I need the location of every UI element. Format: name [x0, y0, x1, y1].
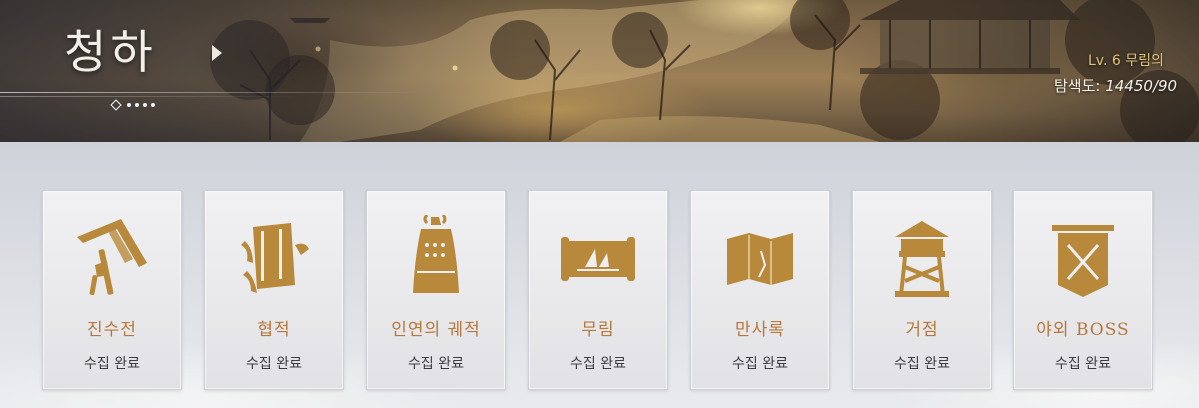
page-dot: [135, 103, 139, 107]
bell-icon: [413, 215, 459, 293]
title-divider: [0, 92, 420, 93]
collection-card-mansarok[interactable]: 만사록 수집 완료: [690, 190, 830, 390]
map-icon: [727, 233, 793, 285]
card-title: 협적: [257, 320, 291, 340]
collection-card-hyeopjeok[interactable]: 협적 수집 완료: [204, 190, 344, 390]
card-status: 수집 완료: [408, 356, 464, 372]
page-dot: [143, 103, 147, 107]
collection-card-jinsujeon[interactable]: 진수전 수집 완료: [42, 190, 182, 390]
card-title: 야외 BOSS: [1036, 320, 1130, 340]
card-title: 진수전: [87, 320, 137, 340]
watchtower-icon: [895, 221, 949, 297]
card-title: 무림: [581, 320, 615, 340]
card-title: 거점: [905, 320, 939, 340]
region-next-arrow-icon[interactable]: [212, 45, 222, 61]
book-icon: [241, 223, 309, 293]
page-dot: [127, 103, 131, 107]
card-title: 만사록: [735, 320, 785, 340]
exploration-label: 탐색도:: [1054, 77, 1106, 95]
card-status: 수집 완료: [570, 356, 626, 372]
card-status: 수집 완료: [246, 356, 302, 372]
card-status: 수집 완료: [1055, 356, 1111, 372]
page-indicator-active-icon: [110, 99, 122, 111]
collection-card-geojeom[interactable]: 거점 수집 완료: [852, 190, 992, 390]
region-level-text: Lv. 6 무림의: [1088, 53, 1164, 69]
crossed-swords-banner-icon: [1052, 225, 1114, 297]
hat-icon: [77, 219, 147, 296]
card-status: 수집 완료: [894, 356, 950, 372]
card-title: 인연의 궤적: [391, 320, 481, 340]
region-banner: 청하 Lv. 6 무림의 탐색도: 14450/90: [0, 0, 1199, 142]
page-indicator: [110, 99, 155, 111]
region-title: 청하: [64, 25, 157, 79]
card-status: 수집 완료: [732, 356, 788, 372]
collection-card-murim[interactable]: 무림 수집 완료: [528, 190, 668, 390]
collection-card-field-boss[interactable]: 야외 BOSS 수집 완료: [1013, 190, 1153, 390]
card-status: 수집 완료: [84, 356, 140, 372]
exploration-value: 14450/90: [1105, 77, 1178, 95]
collection-card-inyeon[interactable]: 인연의 궤적 수집 완료: [366, 190, 506, 390]
scroll-icon: [561, 237, 635, 281]
page-dot: [151, 103, 155, 107]
exploration-progress: 탐색도: 14450/90: [1054, 75, 1177, 96]
